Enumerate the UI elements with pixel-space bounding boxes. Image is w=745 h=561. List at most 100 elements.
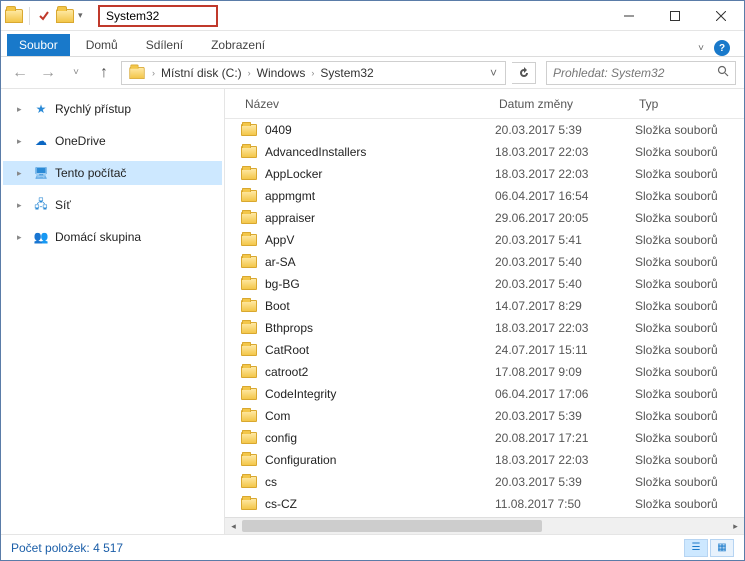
file-row[interactable]: bg-BG20.03.2017 5:40Složka souborů [225, 273, 744, 295]
expand-icon[interactable]: ▸ [17, 104, 27, 115]
file-row[interactable]: AppLocker18.03.2017 22:03Složka souborů [225, 163, 744, 185]
tree-this-pc[interactable]: ▸ 🖥 Tento počítač [3, 161, 222, 185]
recent-dropdown-icon[interactable]: ˅ [65, 62, 87, 84]
chevron-right-icon[interactable]: › [309, 68, 316, 78]
cell-date: 06.04.2017 16:54 [495, 189, 635, 203]
scroll-thumb[interactable] [242, 520, 542, 532]
cell-date: 20.03.2017 5:41 [495, 233, 635, 247]
file-row[interactable]: Boot14.07.2017 8:29Složka souborů [225, 295, 744, 317]
maximize-button[interactable] [652, 1, 698, 31]
forward-button[interactable]: → [37, 62, 59, 84]
file-row[interactable]: cs-CZ11.08.2017 7:50Složka souborů [225, 493, 744, 515]
horizontal-scrollbar[interactable]: ◂ ▸ [225, 517, 744, 534]
details-view-button[interactable]: ☰ [684, 539, 708, 557]
address-bar[interactable]: › Místní disk (C:) › Windows › System32 … [121, 61, 506, 85]
file-row[interactable]: Bthprops18.03.2017 22:03Složka souborů [225, 317, 744, 339]
icons-view-button[interactable]: ▦ [710, 539, 734, 557]
minimize-button[interactable] [606, 1, 652, 31]
breadcrumb-segment[interactable]: Místní disk (C:) [157, 66, 246, 80]
ribbon-collapse-icon[interactable]: ˅ [698, 43, 704, 54]
expand-icon[interactable]: ▸ [17, 200, 27, 211]
properties-qat-icon[interactable] [36, 8, 52, 24]
cell-date: 11.08.2017 7:50 [495, 497, 635, 511]
cell-date: 18.03.2017 22:03 [495, 145, 635, 159]
cell-date: 20.08.2017 17:21 [495, 431, 635, 445]
file-name: cs-CZ [265, 497, 297, 511]
tab-home[interactable]: Domů [74, 34, 130, 56]
new-folder-qat-icon[interactable] [56, 9, 74, 23]
file-row[interactable]: Com20.03.2017 5:39Složka souborů [225, 405, 744, 427]
search-icon[interactable] [717, 65, 729, 80]
breadcrumb-segment[interactable]: Windows [253, 66, 310, 80]
file-row[interactable]: ar-SA20.03.2017 5:40Složka souborů [225, 251, 744, 273]
back-button[interactable]: ← [9, 62, 31, 84]
expand-icon[interactable]: ▸ [17, 168, 27, 179]
file-list[interactable]: 040920.03.2017 5:39Složka souborů Advance… [225, 119, 744, 517]
file-name: bg-BG [265, 277, 300, 291]
file-name: Bthprops [265, 321, 313, 335]
file-name: AdvancedInstallers [265, 145, 366, 159]
address-dropdown-icon[interactable]: ˅ [484, 66, 503, 80]
expand-icon[interactable]: ▸ [17, 136, 27, 147]
tab-view[interactable]: Zobrazení [199, 34, 277, 56]
cell-type: Složka souborů [635, 453, 744, 467]
file-row[interactable]: config20.08.2017 17:21Složka souborů [225, 427, 744, 449]
onedrive-icon: ☁ [33, 133, 49, 149]
search-input[interactable]: Prohledat: System32 [546, 61, 736, 85]
file-name: AppLocker [265, 167, 322, 181]
file-name: catroot2 [265, 365, 308, 379]
folder-icon [241, 278, 257, 290]
tab-file[interactable]: Soubor [7, 34, 70, 56]
cell-type: Složka souborů [635, 431, 744, 445]
cell-name: CodeIntegrity [241, 387, 495, 401]
tree-homegroup[interactable]: ▸ 👥 Domácí skupina [3, 225, 222, 249]
file-row[interactable]: CatRoot24.07.2017 15:11Složka souborů [225, 339, 744, 361]
cell-name: CatRoot [241, 343, 495, 357]
tab-share[interactable]: Sdílení [134, 34, 195, 56]
file-row[interactable]: AdvancedInstallers18.03.2017 22:03Složka… [225, 141, 744, 163]
file-row[interactable]: CodeIntegrity06.04.2017 17:06Složka soub… [225, 383, 744, 405]
close-button[interactable] [698, 1, 744, 31]
folder-icon [241, 168, 257, 180]
tree-network[interactable]: ▸ 🖧 Síť [3, 193, 222, 217]
folder-icon [241, 146, 257, 158]
tree-quick-access[interactable]: ▸ ★ Rychlý přístup [3, 97, 222, 121]
cell-date: 18.03.2017 22:03 [495, 453, 635, 467]
cell-type: Složka souborů [635, 387, 744, 401]
file-row[interactable]: 040920.03.2017 5:39Složka souborů [225, 119, 744, 141]
file-row[interactable]: appmgmt06.04.2017 16:54Složka souborů [225, 185, 744, 207]
expand-icon[interactable]: ▸ [17, 232, 27, 243]
scroll-right-icon[interactable]: ▸ [727, 518, 744, 535]
chevron-right-icon[interactable]: › [246, 68, 253, 78]
cell-type: Složka souborů [635, 475, 744, 489]
qat-dropdown-icon[interactable]: ▾ [78, 10, 88, 21]
file-name: AppV [265, 233, 294, 247]
file-name: cs [265, 475, 277, 489]
chevron-right-icon[interactable]: › [150, 68, 157, 78]
tree-onedrive[interactable]: ▸ ☁ OneDrive [3, 129, 222, 153]
breadcrumb-segment[interactable]: System32 [316, 66, 377, 80]
file-view: Název Datum změny Typ 040920.03.2017 5:3… [225, 89, 744, 534]
scroll-left-icon[interactable]: ◂ [225, 518, 242, 535]
help-icon[interactable]: ? [714, 40, 730, 56]
navigation-pane: ▸ ★ Rychlý přístup ▸ ☁ OneDrive ▸ 🖥 Tent… [1, 89, 225, 534]
ribbon-tabstrip: Soubor Domů Sdílení Zobrazení ˅ ? [1, 31, 744, 57]
cell-type: Složka souborů [635, 123, 744, 137]
up-button[interactable]: ↑ [93, 62, 115, 84]
folder-icon [241, 124, 257, 136]
file-row[interactable]: AppV20.03.2017 5:41Složka souborů [225, 229, 744, 251]
scroll-track[interactable] [242, 518, 727, 535]
column-name[interactable]: Název [237, 97, 491, 111]
column-type[interactable]: Typ [631, 97, 744, 111]
app-folder-icon[interactable] [5, 9, 23, 23]
file-row[interactable]: appraiser29.06.2017 20:05Složka souborů [225, 207, 744, 229]
cell-name: AdvancedInstallers [241, 145, 495, 159]
file-row[interactable]: Configuration18.03.2017 22:03Složka soub… [225, 449, 744, 471]
refresh-button[interactable] [512, 62, 536, 84]
column-date[interactable]: Datum změny [491, 97, 631, 111]
cell-name: cs-CZ [241, 497, 495, 511]
folder-icon [241, 190, 257, 202]
file-row[interactable]: catroot217.08.2017 9:09Složka souborů [225, 361, 744, 383]
tree-label: Domácí skupina [55, 230, 141, 244]
file-row[interactable]: cs20.03.2017 5:39Složka souborů [225, 471, 744, 493]
